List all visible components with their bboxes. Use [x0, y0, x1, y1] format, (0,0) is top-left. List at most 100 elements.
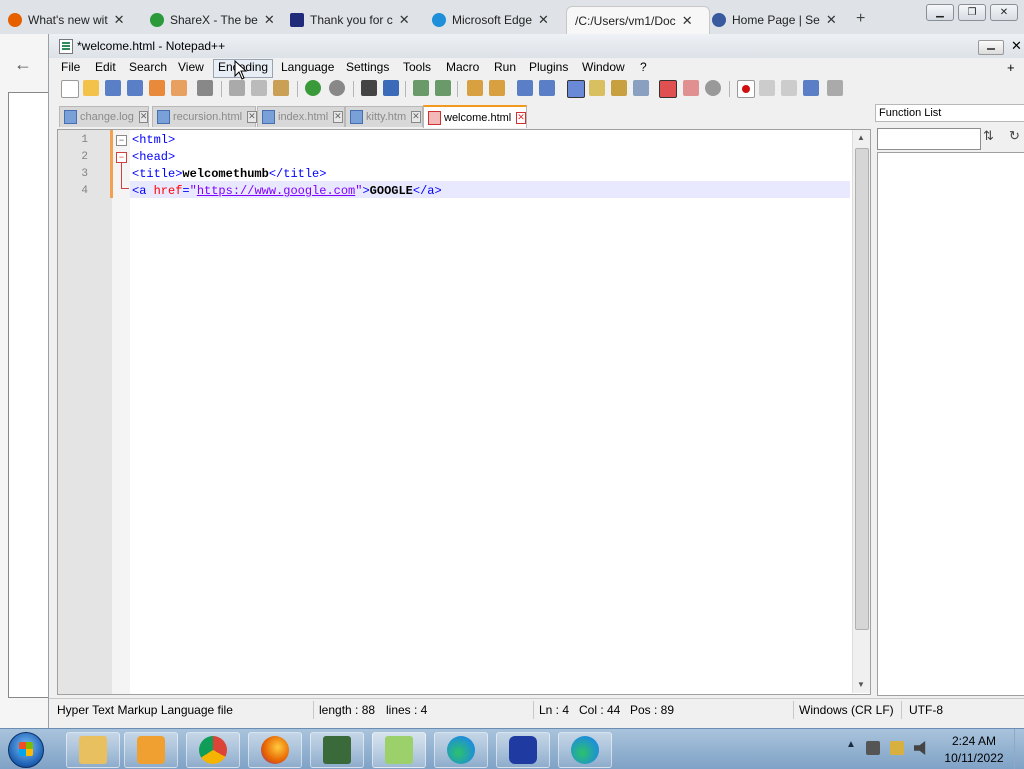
- menu-search[interactable]: Search: [125, 59, 171, 76]
- menu-file[interactable]: File: [57, 59, 84, 76]
- redo-icon[interactable]: [329, 80, 345, 96]
- taskbar-firefox[interactable]: [248, 732, 302, 768]
- indent-guide-icon[interactable]: [567, 80, 585, 98]
- close-icon[interactable]: ✕: [538, 12, 549, 28]
- save-icon[interactable]: [105, 80, 121, 96]
- close-all-icon[interactable]: [171, 80, 187, 96]
- word-wrap-icon[interactable]: [517, 80, 533, 96]
- scroll-thumb[interactable]: [855, 148, 869, 630]
- start-button[interactable]: [8, 732, 44, 768]
- browser-tab[interactable]: ShareX - The be ✕: [150, 6, 280, 34]
- menu-plus[interactable]: +: [1007, 60, 1015, 75]
- action-center-icon[interactable]: [890, 741, 904, 755]
- taskbar-edge-2[interactable]: [558, 732, 612, 768]
- restore-button[interactable]: ❐: [958, 4, 986, 21]
- close-icon[interactable]: ✕: [264, 12, 275, 28]
- close-icon[interactable]: ✕: [682, 13, 693, 29]
- show-all-characters-icon[interactable]: [539, 80, 555, 96]
- menu-run[interactable]: Run: [490, 59, 520, 76]
- close-tab-icon[interactable]: ✕: [411, 111, 421, 123]
- taskbar-edge[interactable]: [434, 732, 488, 768]
- tab-recursion-html[interactable]: recursion.html ✕: [152, 106, 257, 127]
- taskbar-task-manager[interactable]: [310, 732, 364, 768]
- taskbar-explorer[interactable]: [66, 732, 120, 768]
- new-tab-button[interactable]: +: [856, 10, 865, 28]
- menu-settings[interactable]: Settings: [342, 59, 393, 76]
- browser-tab[interactable]: Thank you for c ✕: [290, 6, 420, 34]
- taskbar-media-player[interactable]: [124, 732, 178, 768]
- menu-macro[interactable]: Macro: [442, 59, 483, 76]
- tab-index-html[interactable]: index.html ✕: [257, 106, 345, 127]
- document-map-icon[interactable]: [611, 80, 627, 96]
- zoom-in-icon[interactable]: [413, 80, 429, 96]
- function-search-input[interactable]: [877, 128, 981, 150]
- menu-help[interactable]: ?: [636, 59, 651, 76]
- status-eol[interactable]: Windows (CR LF): [799, 703, 894, 717]
- menu-plugins[interactable]: Plugins: [525, 59, 572, 76]
- volume-icon[interactable]: [914, 741, 926, 755]
- function-list-icon[interactable]: [633, 80, 649, 96]
- close-tab-icon[interactable]: ✕: [138, 111, 149, 123]
- close-tab-icon[interactable]: ✕: [247, 111, 257, 123]
- taskbar-notepadpp[interactable]: [372, 732, 426, 768]
- scroll-up-icon[interactable]: ▲: [857, 133, 865, 142]
- show-desktop-button[interactable]: [1014, 729, 1024, 769]
- sync-horizontal-icon[interactable]: [489, 80, 505, 96]
- paste-icon[interactable]: [273, 80, 289, 96]
- tab-change-log[interactable]: change.log ✕: [59, 106, 149, 127]
- close-tab-icon[interactable]: ✕: [516, 111, 526, 124]
- close-icon[interactable]: ✕: [114, 12, 125, 28]
- save-macro-icon[interactable]: [827, 80, 843, 96]
- vertical-scrollbar[interactable]: ▲ ▼: [852, 130, 870, 693]
- menu-tools[interactable]: Tools: [399, 59, 435, 76]
- open-file-icon[interactable]: [83, 80, 99, 96]
- minimize-button[interactable]: ▁: [926, 4, 954, 21]
- monitoring-icon[interactable]: [683, 80, 699, 96]
- folder-as-workspace-icon[interactable]: [659, 80, 677, 98]
- close-window-button[interactable]: ✕: [990, 4, 1018, 21]
- browser-tab[interactable]: What's new wit ✕: [8, 6, 132, 34]
- browser-tab-active[interactable]: /C:/Users/vm1/Doc ✕: [566, 6, 710, 35]
- code-url[interactable]: https://www.google.com: [197, 184, 355, 198]
- close-file-icon[interactable]: [149, 80, 165, 96]
- function-list-tree[interactable]: [877, 152, 1024, 696]
- clock-date[interactable]: 10/11/2022: [936, 751, 1012, 765]
- reload-icon[interactable]: ↻: [1009, 128, 1020, 144]
- close-icon[interactable]: ✕: [399, 12, 410, 28]
- print-icon[interactable]: [197, 80, 213, 96]
- tab-welcome-html[interactable]: welcome.html ✕: [423, 105, 527, 128]
- sort-icon[interactable]: ⇅: [983, 128, 994, 144]
- sync-vertical-icon[interactable]: [467, 80, 483, 96]
- taskbar-malwarebytes[interactable]: [496, 732, 550, 768]
- browser-tab[interactable]: Home Page | Se ✕: [712, 6, 842, 34]
- close-icon[interactable]: ✕: [1011, 38, 1022, 54]
- scroll-down-icon[interactable]: ▼: [857, 680, 865, 689]
- record-macro-icon[interactable]: [737, 80, 755, 98]
- network-icon[interactable]: [866, 741, 880, 755]
- undo-icon[interactable]: [305, 80, 321, 96]
- tray-expand-icon[interactable]: ▲: [846, 739, 856, 750]
- comment-icon[interactable]: [705, 80, 721, 96]
- status-encoding[interactable]: UTF-8: [909, 703, 943, 717]
- clock-time[interactable]: 2:24 AM: [944, 734, 1004, 748]
- taskbar-chrome[interactable]: [186, 732, 240, 768]
- fold-toggle-icon[interactable]: −: [116, 152, 127, 163]
- tab-kitty-htm[interactable]: kitty.htm ✕: [345, 106, 423, 127]
- run-macro-multiple-icon[interactable]: [803, 80, 819, 96]
- new-file-icon[interactable]: [61, 80, 79, 98]
- menu-window[interactable]: Window: [578, 59, 629, 76]
- menu-view[interactable]: View: [174, 59, 208, 76]
- menu-edit[interactable]: Edit: [91, 59, 120, 76]
- close-icon[interactable]: ✕: [826, 12, 837, 28]
- stop-macro-icon[interactable]: [759, 80, 775, 96]
- user-language-icon[interactable]: [589, 80, 605, 96]
- replace-icon[interactable]: [383, 80, 399, 96]
- fold-toggle-icon[interactable]: −: [116, 135, 127, 146]
- find-icon[interactable]: [361, 80, 377, 96]
- minimize-button[interactable]: [978, 40, 1004, 55]
- editor-pane[interactable]: 1 2 3 4 − − <html> <head> <title>welcome…: [57, 129, 871, 695]
- save-all-icon[interactable]: [127, 80, 143, 96]
- back-arrow-icon[interactable]: ←: [14, 54, 32, 75]
- zoom-out-icon[interactable]: [435, 80, 451, 96]
- menu-language[interactable]: Language: [277, 59, 338, 76]
